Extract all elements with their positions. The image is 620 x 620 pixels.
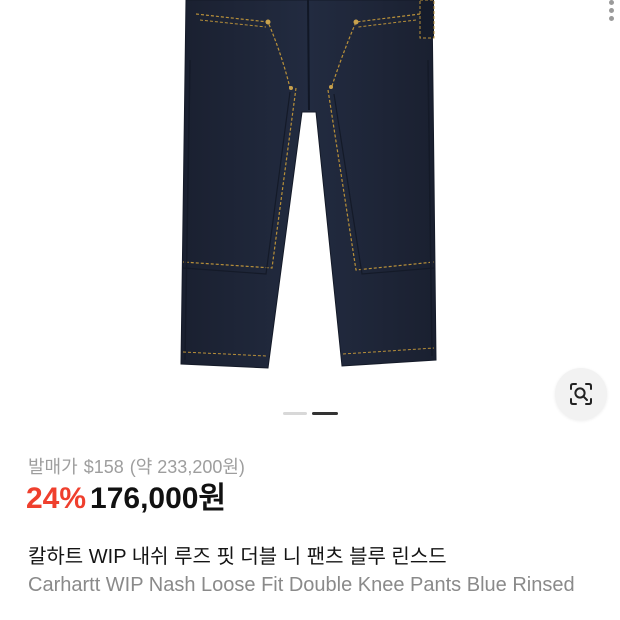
visual-search-icon — [570, 383, 592, 405]
carousel-pagination — [283, 412, 339, 416]
retail-price: $158 — [83, 457, 124, 477]
retail-label: 발매가 — [28, 457, 78, 477]
retail-price-line: 발매가 $158 (약 233,200원) — [28, 453, 251, 479]
product-image-carousel[interactable] — [0, 0, 620, 420]
price-line: 24% 176,000원 — [26, 480, 226, 518]
product-title-english: Carhartt WIP Nash Loose Fit Double Knee … — [28, 574, 575, 596]
pagination-dot-active[interactable] — [312, 412, 338, 415]
discount-rate: 24% — [26, 482, 87, 515]
product-photo[interactable] — [0, 0, 620, 400]
sale-price: 176,000원 — [90, 482, 227, 515]
product-title-korean: 칼하트 WIP 내쉬 루즈 핏 더블 니 팬츠 블루 린스드 — [28, 546, 447, 568]
pagination-dot[interactable] — [283, 412, 307, 415]
retail-price-krw: (약 233,200원) — [129, 457, 245, 477]
more-vertical-icon[interactable] — [606, 0, 618, 22]
visual-search-button[interactable] — [555, 368, 607, 420]
